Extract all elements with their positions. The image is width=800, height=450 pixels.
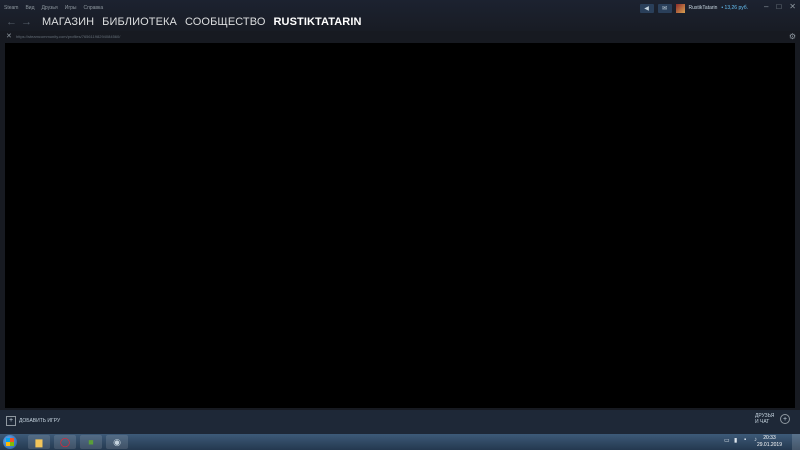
system-tray: ▭ ▮ ▪ ♪ — [724, 437, 760, 445]
date: 29.01.2019 — [756, 442, 782, 448]
add-game-button[interactable]: + ДОБАВИТЬ ИГРУ — [6, 416, 60, 426]
page-content[interactable] — [5, 43, 795, 408]
taskbar-apps: ▆ ◯ ■ ◉ — [28, 435, 128, 449]
clock[interactable]: 20:33 29.01.2019 — [757, 435, 782, 449]
steam-icon[interactable]: ◉ — [106, 435, 128, 449]
show-desktop-button[interactable] — [792, 434, 800, 450]
windows-logo-icon — [6, 438, 14, 446]
menu-help[interactable]: Справка — [84, 3, 104, 13]
url-text[interactable]: https://steamcommunity.com/profiles/7656… — [16, 31, 120, 42]
back-arrow-icon[interactable]: ← — [6, 16, 17, 28]
tray-nvidia-icon[interactable]: ▪ — [744, 437, 750, 445]
notifications-button[interactable]: ✉ — [657, 3, 672, 13]
url-bar: ✕ https://steamcommunity.com/profiles/76… — [0, 31, 800, 42]
menu-bar: Steam Вид Друзья Игры Справка — [4, 3, 103, 13]
main-nav: ← → МАГАЗИН БИБЛИОТЕКА СООБЩЕСТВО RUSTIK… — [6, 14, 362, 30]
menu-view[interactable]: Вид — [25, 3, 34, 13]
stop-icon[interactable]: ✕ — [6, 31, 12, 42]
menu-games[interactable]: Игры — [65, 3, 77, 13]
friends-chat-button[interactable]: ДРУЗЬЯ И ЧАТ + — [755, 413, 790, 425]
time: 20:33 — [763, 435, 776, 441]
tab-profile[interactable]: RUSTIKTATARIN — [273, 16, 361, 28]
tab-store[interactable]: МАГАЗИН — [42, 16, 94, 28]
menu-friends[interactable]: Друзья — [42, 3, 58, 13]
plus-icon: + — [6, 416, 16, 426]
friends-plus-icon: + — [780, 414, 790, 424]
maximize-icon[interactable]: □ — [776, 2, 781, 12]
tray-network-icon[interactable]: ▮ — [734, 437, 740, 445]
tab-library[interactable]: БИБЛИОТЕКА — [102, 16, 177, 28]
minimize-icon[interactable]: – — [764, 2, 768, 12]
gear-icon[interactable]: ⚙ — [789, 31, 796, 42]
opera-icon[interactable]: ◯ — [54, 435, 76, 449]
window-controls: – □ ✕ — [764, 2, 796, 12]
broadcast-button[interactable]: ◀ — [639, 3, 654, 13]
bottom-bar: + ДОБАВИТЬ ИГРУ ДРУЗЬЯ И ЧАТ + — [0, 410, 800, 434]
account-area: ◀ ✉ RustikTatarin • 13,26 руб. — [639, 3, 748, 13]
tab-community[interactable]: СООБЩЕСТВО — [185, 16, 266, 28]
tray-display-icon[interactable]: ▭ — [724, 437, 730, 445]
folder-icon[interactable]: ▆ — [28, 435, 50, 449]
account-name[interactable]: RustikTatarin — [689, 5, 718, 11]
avatar[interactable] — [675, 3, 685, 13]
steam-window: Steam Вид Друзья Игры Справка ◀ ✉ Rustik… — [0, 0, 800, 434]
forward-arrow-icon[interactable]: → — [21, 16, 32, 28]
menu-steam[interactable]: Steam — [4, 3, 18, 13]
friends-label: ДРУЗЬЯ И ЧАТ — [755, 413, 775, 425]
minecraft-icon[interactable]: ■ — [80, 435, 102, 449]
account-balance: • 13,26 руб. — [721, 5, 748, 11]
close-icon[interactable]: ✕ — [789, 2, 796, 12]
windows-taskbar: ▆ ◯ ■ ◉ ▭ ▮ ▪ ♪ 20:33 29.01.2019 — [0, 434, 800, 450]
add-game-label: ДОБАВИТЬ ИГРУ — [19, 418, 61, 424]
start-button[interactable] — [3, 435, 17, 449]
